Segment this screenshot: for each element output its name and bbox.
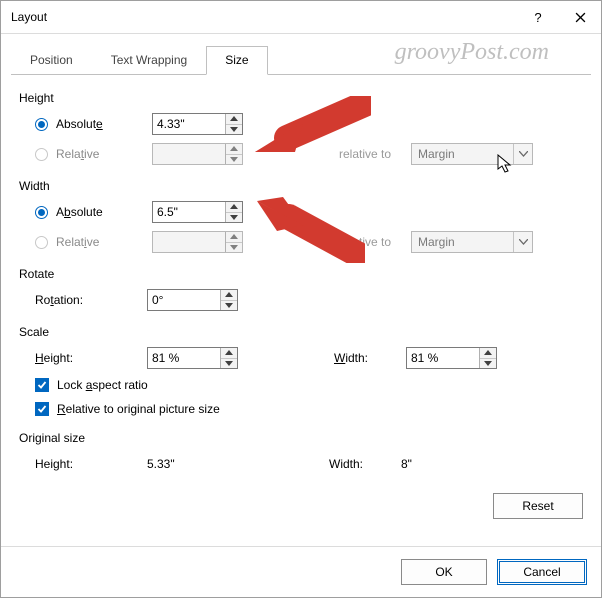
check-icon: [37, 380, 47, 390]
ok-label: OK: [435, 565, 452, 579]
spin-down-icon[interactable]: [226, 213, 242, 223]
close-button[interactable]: [559, 1, 601, 33]
original-width-label: Width:: [329, 457, 401, 471]
scale-height-label: Height:: [35, 351, 147, 365]
help-icon: ?: [534, 10, 541, 25]
titlebar: Layout ?: [1, 1, 601, 34]
width-relative-row: Relative relative to Margin: [19, 227, 583, 257]
width-absolute-input[interactable]: [153, 202, 225, 222]
height-relative-input: [153, 144, 225, 164]
spin-up-icon: [226, 144, 242, 155]
dialog-footer: OK Cancel: [1, 546, 601, 597]
dialog-body: Height Absolute Relative: [1, 75, 601, 533]
close-icon: [575, 12, 586, 23]
original-height-label: Height:: [35, 457, 147, 471]
height-relative-to-value: Margin: [412, 147, 513, 161]
width-absolute-row: Absolute: [19, 197, 583, 227]
spin-up-icon[interactable]: [226, 202, 242, 213]
lock-aspect-row: Lock aspect ratio: [19, 373, 583, 397]
width-absolute-spinner[interactable]: [152, 201, 243, 223]
tab-position[interactable]: Position: [11, 46, 92, 75]
section-original: Original size: [19, 431, 583, 445]
relative-original-checkbox[interactable]: [35, 402, 49, 416]
height-absolute-spinner[interactable]: [152, 113, 243, 135]
window-title: Layout: [11, 10, 47, 24]
spin-down-icon[interactable]: [221, 301, 237, 311]
reset-label: Reset: [522, 499, 553, 513]
scale-width-label: Width:: [334, 351, 406, 365]
spin-down-icon[interactable]: [221, 359, 237, 369]
tab-size-label: Size: [225, 53, 248, 67]
scale-height-input[interactable]: [148, 348, 220, 368]
width-relative-to-label: relative to: [339, 235, 411, 249]
rotation-input[interactable]: [148, 290, 220, 310]
scale-height-spinner[interactable]: [147, 347, 238, 369]
tab-bar: Position Text Wrapping Size: [11, 44, 591, 75]
cancel-label: Cancel: [523, 565, 560, 579]
relative-original-row: Relative to original picture size: [19, 397, 583, 421]
lock-aspect-label: Lock aspect ratio: [57, 378, 148, 392]
original-row: Height: 5.33" Width: 8": [19, 449, 583, 479]
scale-hw-row: Height: Width:: [19, 343, 583, 373]
section-width: Width: [19, 179, 583, 193]
width-relative-to-dropdown: Margin: [411, 231, 533, 253]
section-scale: Scale: [19, 325, 583, 339]
check-icon: [37, 404, 47, 414]
width-relative-radio[interactable]: [35, 236, 48, 249]
tab-size[interactable]: Size: [206, 46, 267, 75]
section-height: Height: [19, 91, 583, 105]
height-relative-radio[interactable]: [35, 148, 48, 161]
width-relative-label: Relative: [56, 235, 152, 249]
height-relative-row: Relative relative to Margin: [19, 139, 583, 169]
reset-button[interactable]: Reset: [493, 493, 583, 519]
spin-down-icon[interactable]: [480, 359, 496, 369]
layout-dialog: Layout ? groovyPost.com Position Text Wr…: [0, 0, 602, 598]
tab-textwrap-label: Text Wrapping: [111, 53, 187, 67]
width-absolute-radio[interactable]: [35, 206, 48, 219]
spin-up-icon[interactable]: [480, 348, 496, 359]
width-relative-spinner: [152, 231, 243, 253]
chevron-down-icon: [513, 144, 532, 164]
relative-original-label: Relative to original picture size: [57, 402, 220, 416]
width-relative-to-value: Margin: [412, 235, 513, 249]
height-absolute-label: Absolute: [56, 117, 152, 131]
width-absolute-label: Absolute: [56, 205, 152, 219]
cancel-button[interactable]: Cancel: [497, 559, 587, 585]
spin-up-icon[interactable]: [221, 290, 237, 301]
spin-down-icon: [226, 155, 242, 165]
help-button[interactable]: ?: [517, 1, 559, 33]
chevron-down-icon: [513, 232, 532, 252]
tab-position-label: Position: [30, 53, 73, 67]
height-relative-label: Relative: [56, 147, 152, 161]
scale-width-spinner[interactable]: [406, 347, 497, 369]
height-absolute-input[interactable]: [153, 114, 225, 134]
spin-down-icon[interactable]: [226, 125, 242, 135]
original-height-value: 5.33": [147, 457, 233, 471]
scale-width-input[interactable]: [407, 348, 479, 368]
ok-button[interactable]: OK: [401, 559, 487, 585]
height-relative-spinner: [152, 143, 243, 165]
spin-up-icon[interactable]: [221, 348, 237, 359]
lock-aspect-checkbox[interactable]: [35, 378, 49, 392]
section-rotate: Rotate: [19, 267, 583, 281]
height-absolute-radio[interactable]: [35, 118, 48, 131]
rotate-row: Rotation:: [19, 285, 583, 315]
original-width-value: 8": [401, 457, 412, 471]
rotation-spinner[interactable]: [147, 289, 238, 311]
spin-up-icon: [226, 232, 242, 243]
spin-up-icon[interactable]: [226, 114, 242, 125]
width-relative-input: [153, 232, 225, 252]
rotation-label: Rotation:: [35, 293, 147, 307]
height-absolute-row: Absolute: [19, 109, 583, 139]
height-relative-to-label: relative to: [339, 147, 411, 161]
height-relative-to-dropdown: Margin: [411, 143, 533, 165]
tab-text-wrapping[interactable]: Text Wrapping: [92, 46, 206, 75]
spin-down-icon: [226, 243, 242, 253]
